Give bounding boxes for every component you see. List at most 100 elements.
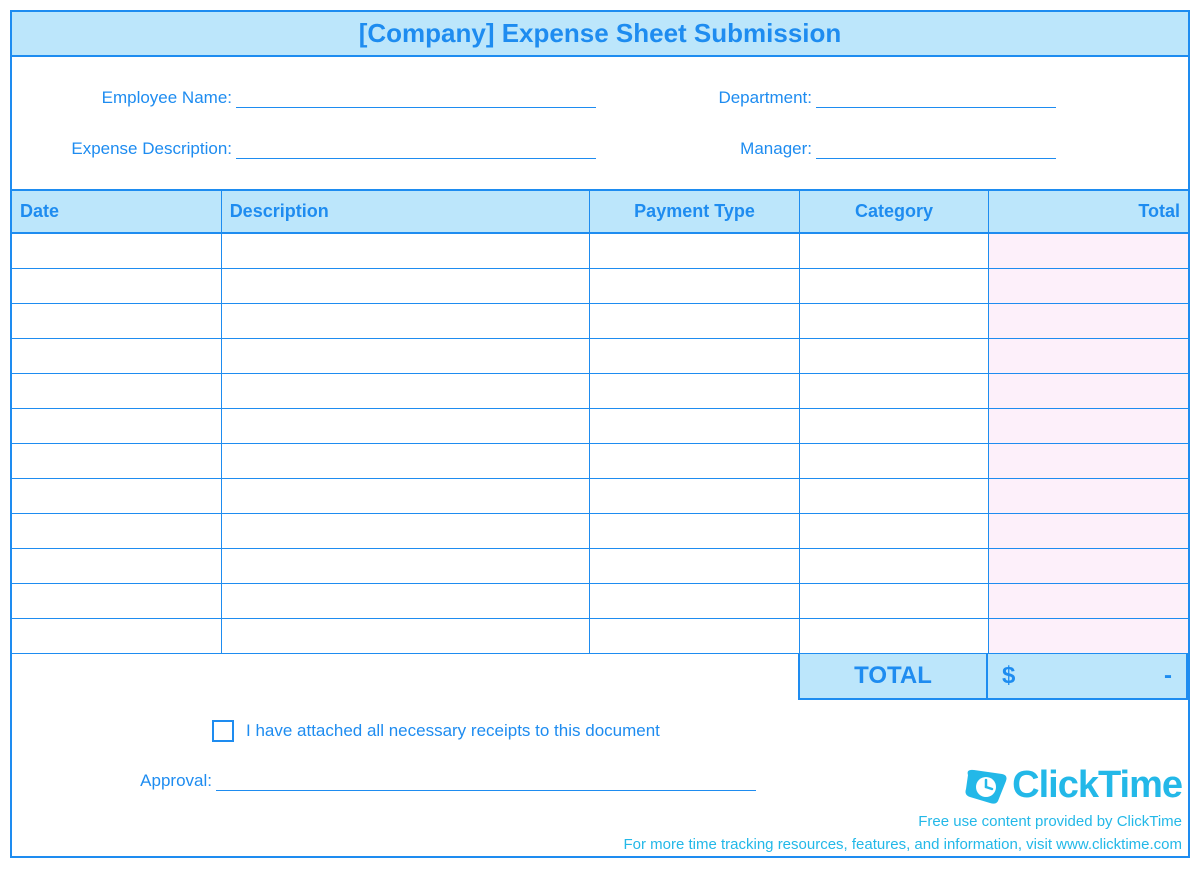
col-category: Category [799,190,989,233]
table-cell[interactable] [989,444,1188,479]
total-value-cell: $ - [988,654,1188,700]
table-cell[interactable] [221,409,590,444]
table-row [12,339,1188,374]
table-cell[interactable] [590,444,799,479]
table-cell[interactable] [590,514,799,549]
table-cell[interactable] [221,584,590,619]
expense-description-input[interactable] [236,138,596,159]
total-amount: - [1164,662,1172,690]
table-row [12,374,1188,409]
receipts-checkbox-label: I have attached all necessary receipts t… [246,721,660,741]
table-cell[interactable] [799,549,989,584]
table-row [12,269,1188,304]
footer-line-1: Free use content provided by ClickTime [12,811,1182,834]
total-label: TOTAL [798,654,988,700]
table-cell[interactable] [12,269,221,304]
table-row [12,479,1188,514]
table-cell[interactable] [221,549,590,584]
footer-line-2: For more time tracking resources, featur… [12,834,1182,857]
manager-label: Manager: [692,139,816,159]
table-cell[interactable] [221,514,590,549]
table-cell[interactable] [989,269,1188,304]
receipts-row: I have attached all necessary receipts t… [12,700,1188,742]
table-cell[interactable] [989,584,1188,619]
table-cell[interactable] [590,549,799,584]
clicktime-logo-text: ClickTime [1012,764,1182,807]
table-cell[interactable] [12,549,221,584]
table-cell[interactable] [799,444,989,479]
page-title: [Company] Expense Sheet Submission [12,12,1188,57]
col-date: Date [12,190,221,233]
table-cell[interactable] [989,409,1188,444]
table-cell[interactable] [12,514,221,549]
col-total: Total [989,190,1188,233]
total-row: TOTAL $ - [12,654,1188,700]
table-cell[interactable] [221,479,590,514]
table-cell[interactable] [221,233,590,269]
table-cell[interactable] [989,304,1188,339]
table-row [12,584,1188,619]
approval-input[interactable] [216,770,756,791]
manager-input[interactable] [816,138,1056,159]
department-input[interactable] [816,87,1056,108]
table-cell[interactable] [12,619,221,654]
table-cell[interactable] [989,479,1188,514]
table-cell[interactable] [799,584,989,619]
table-cell[interactable] [221,339,590,374]
table-cell[interactable] [799,233,989,269]
receipts-checkbox[interactable] [212,720,234,742]
table-cell[interactable] [799,409,989,444]
expense-description-label: Expense Description: [32,139,236,159]
table-cell[interactable] [221,269,590,304]
expense-table: Date Description Payment Type Category T… [12,189,1188,654]
table-cell[interactable] [989,514,1188,549]
table-cell[interactable] [12,374,221,409]
table-cell[interactable] [799,304,989,339]
table-row [12,409,1188,444]
table-cell[interactable] [12,409,221,444]
table-cell[interactable] [221,304,590,339]
table-cell[interactable] [799,479,989,514]
table-cell[interactable] [590,339,799,374]
table-cell[interactable] [989,339,1188,374]
table-cell[interactable] [12,479,221,514]
table-cell[interactable] [590,374,799,409]
approval-label: Approval: [12,771,216,791]
table-header-row: Date Description Payment Type Category T… [12,190,1188,233]
footer: Free use content provided by ClickTime F… [12,811,1188,856]
table-cell[interactable] [221,444,590,479]
table-cell[interactable] [12,339,221,374]
table-cell[interactable] [989,233,1188,269]
clicktime-logo-icon [964,767,1008,805]
table-cell[interactable] [12,584,221,619]
table-cell[interactable] [590,304,799,339]
table-cell[interactable] [590,479,799,514]
table-cell[interactable] [590,233,799,269]
table-row [12,444,1188,479]
col-payment-type: Payment Type [590,190,799,233]
table-cell[interactable] [799,374,989,409]
table-cell[interactable] [221,619,590,654]
table-row [12,233,1188,269]
table-cell[interactable] [12,233,221,269]
table-cell[interactable] [590,619,799,654]
table-cell[interactable] [590,409,799,444]
table-cell[interactable] [12,444,221,479]
table-row [12,619,1188,654]
table-cell[interactable] [590,584,799,619]
table-cell[interactable] [799,514,989,549]
table-cell[interactable] [590,269,799,304]
table-cell[interactable] [989,549,1188,584]
table-row [12,549,1188,584]
table-cell[interactable] [989,374,1188,409]
table-cell[interactable] [221,374,590,409]
expense-sheet: [Company] Expense Sheet Submission Emplo… [10,10,1190,858]
header-fields: Employee Name: Department: Expense Descr… [12,57,1188,189]
table-cell[interactable] [989,619,1188,654]
table-cell[interactable] [12,304,221,339]
employee-name-input[interactable] [236,87,596,108]
table-cell[interactable] [799,339,989,374]
col-description: Description [221,190,590,233]
table-cell[interactable] [799,269,989,304]
table-cell[interactable] [799,619,989,654]
